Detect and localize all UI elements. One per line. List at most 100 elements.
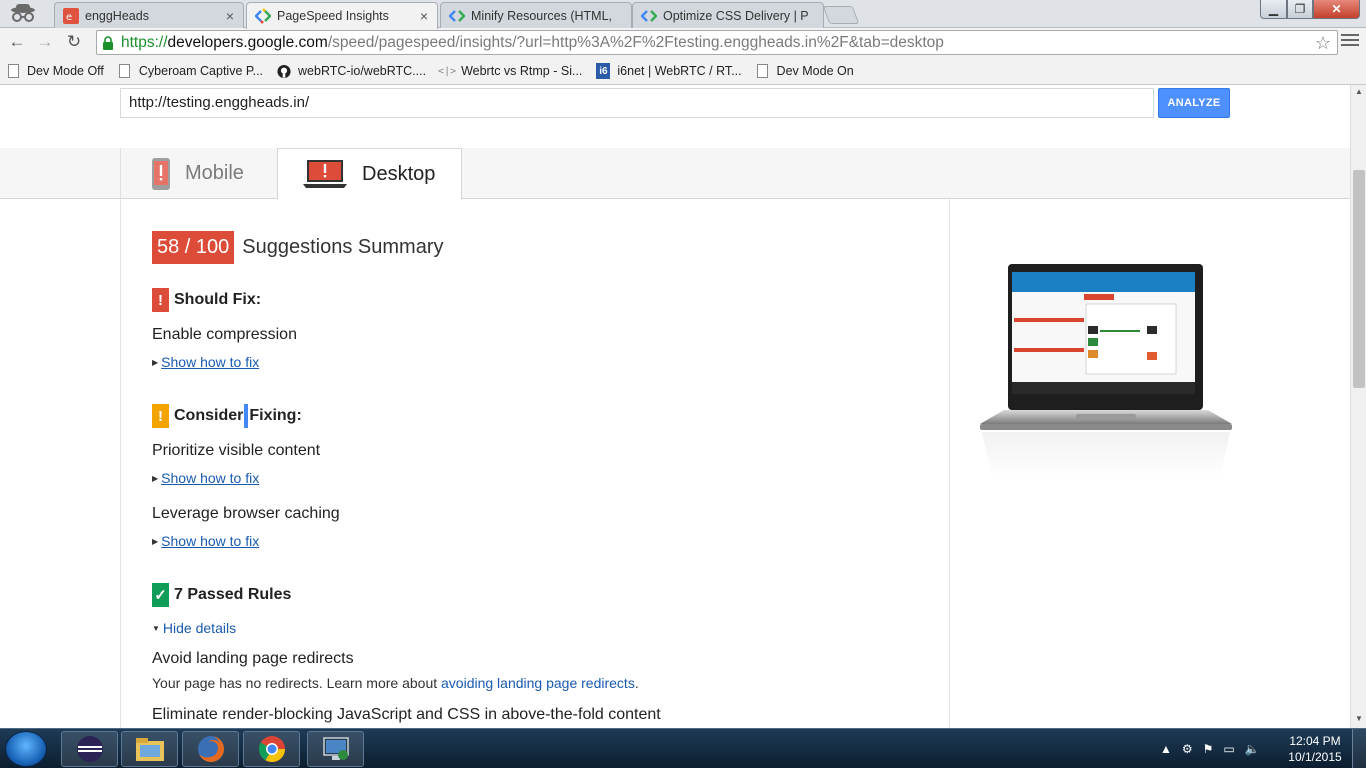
device-tabs: Mobile Desktop (0, 148, 1350, 200)
results-panel: 58 / 100 Suggestions Summary ! Should Fi… (120, 199, 950, 728)
page-icon (118, 63, 132, 79)
start-button[interactable] (5, 731, 47, 767)
maximize-button[interactable]: ❐ (1287, 0, 1313, 19)
tab-optimize-css[interactable]: Optimize CSS Delivery | P (632, 2, 824, 28)
tab-close-icon[interactable]: × (417, 8, 431, 24)
checkmark-icon: ✓ (152, 583, 169, 607)
should-fix-heading: ! Should Fix: (152, 288, 261, 312)
enggheads-favicon-icon: e (63, 7, 79, 24)
rule-eliminate-render-blocking: Eliminate render-blocking JavaScript and… (152, 706, 661, 723)
desktop-warning-icon (303, 160, 347, 188)
scroll-up-icon[interactable]: ▲ (1351, 87, 1366, 96)
browser-titlebar: e enggHeads × PageSpeed Insights × Minif… (0, 0, 1366, 29)
remote-desktop-icon[interactable] (307, 731, 364, 767)
scroll-down-icon[interactable]: ▼ (1351, 714, 1366, 723)
tab-desktop[interactable]: Desktop (277, 148, 462, 200)
expand-triangle-icon: ▶ (152, 536, 159, 546)
passed-rules-heading: ✓ 7 Passed Rules (152, 583, 291, 607)
reload-button[interactable]: ↻ (63, 31, 85, 53)
network-tray-icon[interactable]: ⚙ (1182, 742, 1193, 756)
bookmark-star-icon[interactable]: ☆ (1315, 33, 1331, 54)
i6net-icon: i6 (596, 63, 611, 79)
volume-muted-icon[interactable]: 🔈 (1245, 742, 1260, 756)
mobile-warning-icon (152, 157, 170, 190)
google-developers-icon (255, 8, 271, 24)
tab-label: enggHeads (85, 8, 149, 23)
scrollbar-thumb[interactable] (1353, 170, 1365, 388)
google-developers-icon (449, 9, 465, 22)
show-hidden-icons-icon[interactable]: ▲ (1160, 742, 1172, 756)
tab-label: PageSpeed Insights (277, 9, 389, 23)
hide-details-link[interactable]: ▼ Hide details (152, 620, 236, 636)
back-button[interactable]: ← (6, 31, 28, 53)
exclamation-icon: ! (152, 404, 169, 428)
tab-minify-resources[interactable]: Minify Resources (HTML, (440, 2, 632, 28)
page-content: http://testing.enggheads.in/ ANALYZE Mob… (0, 85, 1350, 728)
rule-leverage-browser-caching: Leverage browser caching (152, 505, 340, 522)
screenshot-panel (950, 199, 1350, 728)
tab-enggheads[interactable]: e enggHeads × (54, 2, 244, 28)
svg-text:e: e (66, 12, 72, 23)
collapse-triangle-icon: ▼ (152, 623, 160, 633)
page-icon (6, 63, 20, 79)
score-summary: 58 / 100 Suggestions Summary (152, 231, 444, 264)
bookmark-dev-mode-off[interactable]: Dev Mode Off (6, 63, 104, 79)
url-input[interactable]: http://testing.enggheads.in/ (120, 88, 1154, 118)
score-title: Suggestions Summary (242, 236, 444, 258)
google-developers-icon (641, 9, 657, 22)
clock-date: 10/1/2015 (1288, 750, 1342, 764)
code-icon: <|> (438, 65, 457, 77)
github-icon (277, 63, 291, 79)
close-window-button[interactable]: ✕ (1313, 0, 1360, 19)
system-tray: ▲ ⚙ ⚑ ▭ 🔈 (1160, 737, 1260, 761)
lock-icon (103, 35, 113, 50)
tab-close-icon[interactable]: × (223, 8, 237, 24)
page-icon (756, 63, 770, 79)
tab-label: Minify Resources (HTML, (471, 8, 612, 23)
clock-time: 12:04 PM (1289, 734, 1341, 748)
eclipse-icon[interactable] (61, 731, 118, 767)
address-bar[interactable]: https://developers.google.com/speed/page… (96, 30, 1338, 55)
display-tray-icon[interactable]: ▭ (1223, 742, 1234, 756)
bookmark-webrtc-io[interactable]: webRTC-io/webRTC.... (277, 63, 426, 79)
minimize-button[interactable]: ▁ (1260, 0, 1287, 19)
consider-fixing-heading: ! Consider Fixing: (152, 404, 302, 428)
flag-tray-icon[interactable]: ⚑ (1203, 742, 1214, 756)
bookmark-i6net[interactable]: i6 i6net | WebRTC / RT... (596, 63, 742, 79)
incognito-icon (6, 2, 40, 24)
avoiding-redirects-link[interactable]: avoiding landing page redirects (441, 675, 635, 691)
new-tab-button[interactable] (822, 6, 860, 24)
forward-button[interactable]: → (34, 31, 56, 53)
score-badge: 58 / 100 (152, 231, 235, 264)
show-how-to-fix-link[interactable]: ▶ Show how to fix (152, 470, 259, 486)
bookmarks-bar: Dev Mode Off Cyberoam Captive P... webRT… (0, 58, 1366, 85)
windows-taskbar: ▲ ⚙ ⚑ ▭ 🔈 12:04 PM 10/1/2015 (0, 728, 1366, 768)
tab-mobile[interactable]: Mobile (120, 148, 277, 199)
tab-label: Optimize CSS Delivery | P (663, 8, 809, 23)
address-url[interactable]: https://developers.google.com/speed/page… (121, 34, 944, 52)
expand-triangle-icon: ▶ (152, 357, 159, 367)
expand-triangle-icon: ▶ (152, 473, 159, 483)
chrome-menu-icon[interactable] (1341, 34, 1359, 50)
file-explorer-icon[interactable] (121, 731, 178, 767)
rule-enable-compression: Enable compression (152, 326, 297, 343)
bookmark-dev-mode-on[interactable]: Dev Mode On (756, 63, 854, 79)
page-scrollbar[interactable]: ▲ ▼ (1350, 85, 1366, 728)
browser-toolbar: ← → ↻ https://developers.google.com/spee… (0, 28, 1366, 58)
text-cursor (244, 404, 249, 428)
show-desktop-button[interactable] (1352, 729, 1366, 768)
chrome-icon[interactable] (243, 731, 300, 767)
analyze-button[interactable]: ANALYZE (1158, 88, 1230, 118)
exclamation-icon: ! (152, 288, 169, 312)
firefox-icon[interactable] (182, 731, 239, 767)
tab-pagespeed[interactable]: PageSpeed Insights × (246, 2, 438, 29)
rule-prioritize-visible-content: Prioritize visible content (152, 442, 321, 459)
rule-description: Your page has no redirects. Learn more a… (152, 675, 639, 691)
show-how-to-fix-link[interactable]: ▶ Show how to fix (152, 354, 259, 370)
bookmark-webrtc-vs-rtmp[interactable]: <|> Webrtc vs Rtmp - Si... (438, 63, 582, 79)
show-how-to-fix-link[interactable]: ▶ Show how to fix (152, 533, 259, 549)
taskbar-clock[interactable]: 12:04 PM 10/1/2015 (1280, 733, 1350, 765)
laptop-preview-image (980, 264, 1232, 478)
bookmark-cyberoam[interactable]: Cyberoam Captive P... (118, 63, 263, 79)
rule-avoid-landing-redirects: Avoid landing page redirects (152, 650, 354, 667)
